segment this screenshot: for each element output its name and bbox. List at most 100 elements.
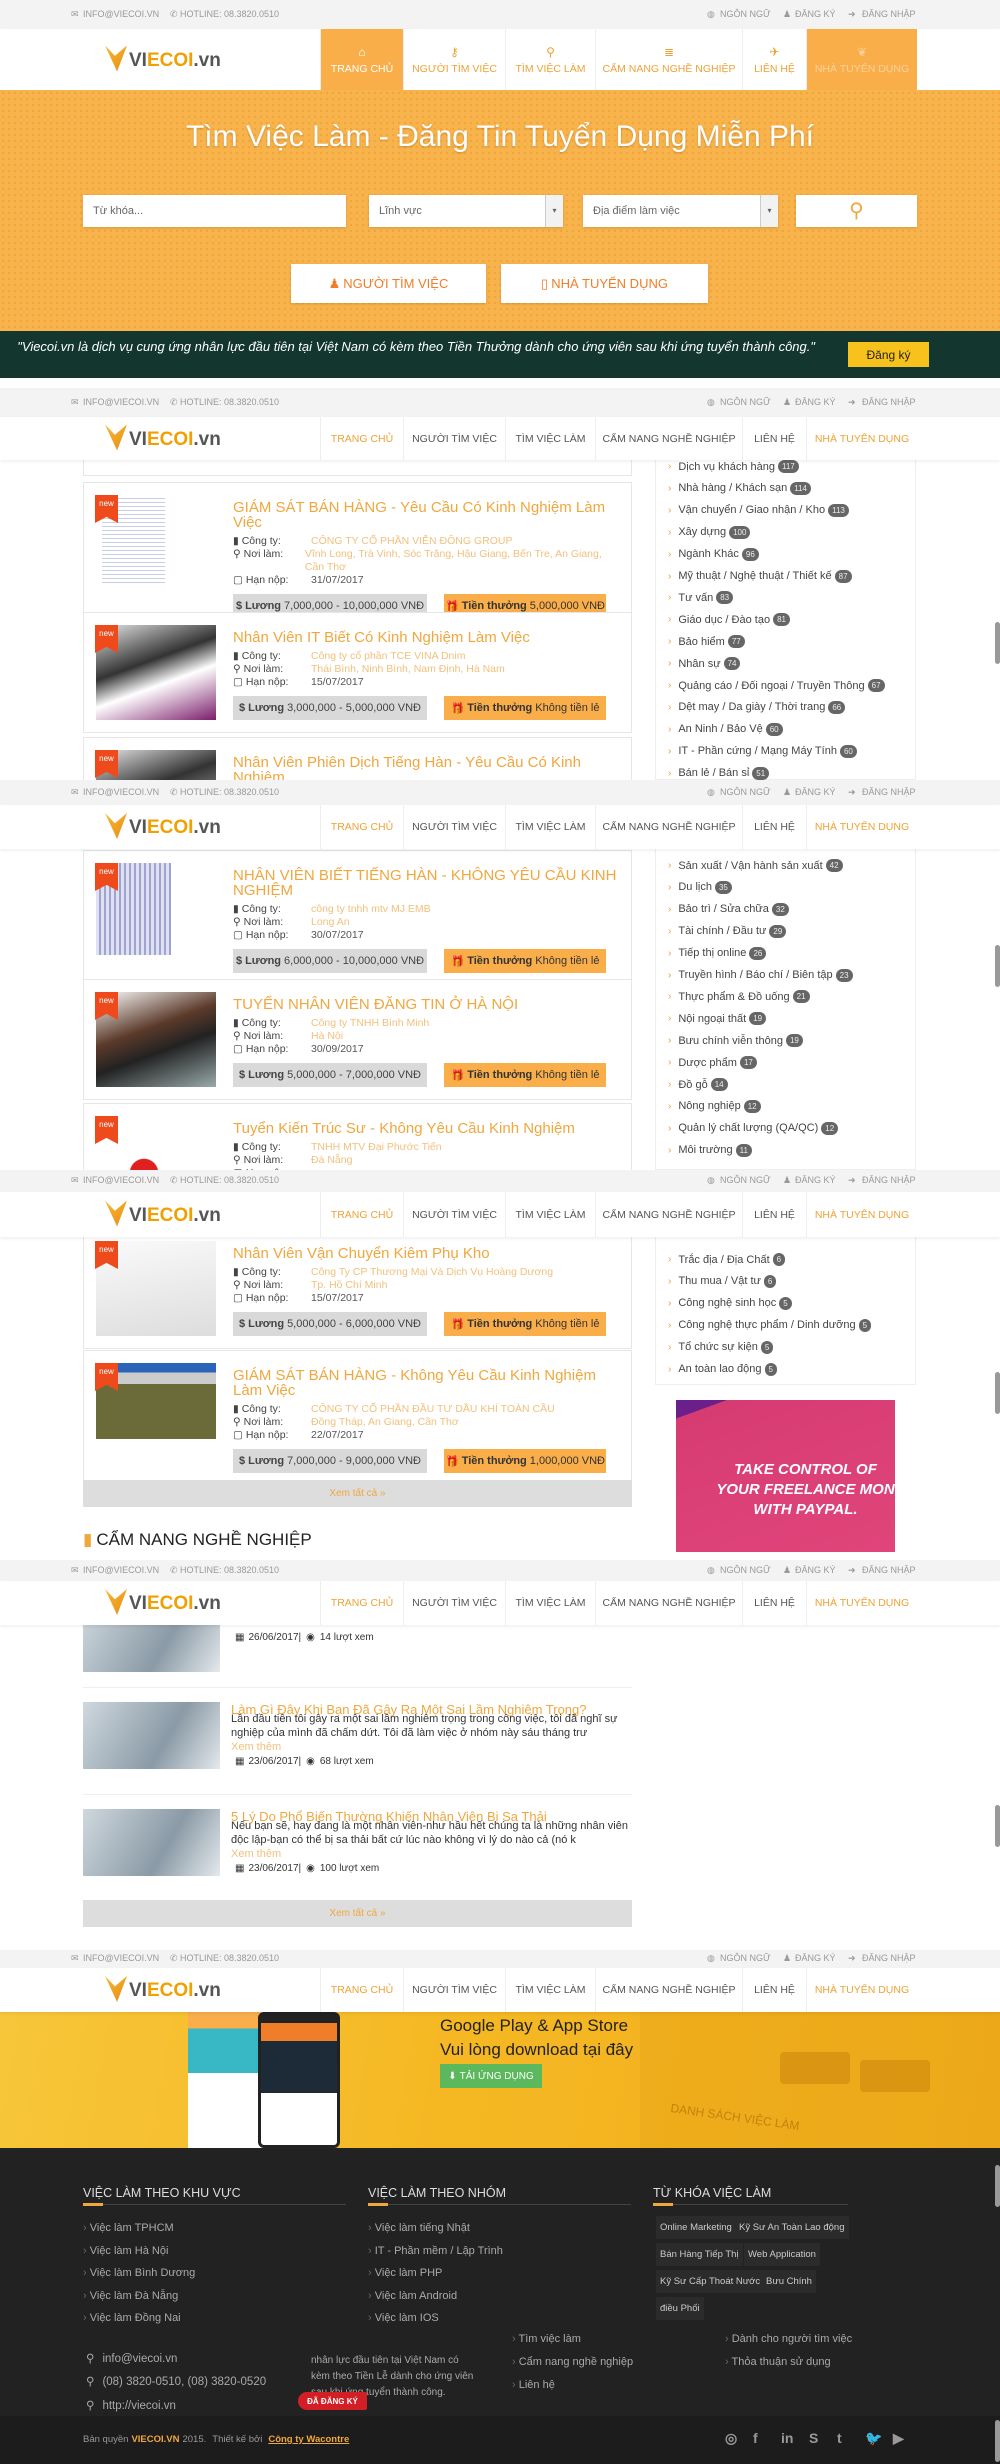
footer-link[interactable]: Dành cho người tìm việc (725, 2333, 852, 2345)
nav-liên-hệ[interactable]: LIÊN HỆ (742, 417, 806, 460)
register-link[interactable]: ĐĂNG KÝ (795, 787, 836, 797)
bonus-button[interactable]: 🎁 Tiền thưởng Không tiền lẻ (444, 1312, 606, 1336)
job-location[interactable]: Vĩnh Long, Trà Vinh, Sóc Trăng, Hậu Gian… (305, 548, 619, 574)
job-title[interactable]: Nhân Viên IT Biết Có Kinh Nghiệm Làm Việ… (233, 630, 619, 645)
keyword-tag[interactable]: Bưu Chính (762, 2270, 816, 2293)
category-item[interactable]: Giáo dục / Đào tạo81 (678, 613, 790, 627)
tumblr-icon[interactable]: t (837, 2430, 842, 2446)
logo[interactable]: VI ECOI .vn (105, 1589, 221, 1615)
register-link[interactable]: ĐĂNG KÝ (795, 9, 836, 19)
nav-liên-hệ[interactable]: LIÊN HỆ (742, 1192, 806, 1237)
nav-người-tìm-việc[interactable]: ⚷ NGƯỜI TÌM VIỆC (403, 29, 505, 90)
youtube-icon[interactable]: ▶ (893, 2430, 904, 2447)
nav-nhà-tuyển-dụng[interactable]: NHÀ TUYỂN DỤNG (806, 1968, 917, 2012)
category-item[interactable]: Nội ngoại thất19 (678, 1012, 767, 1026)
linkedin-icon[interactable]: in (781, 2430, 793, 2446)
language-link[interactable]: NGÔN NGỮ (720, 1175, 771, 1185)
bonus-button[interactable]: 🎁 Tiền thưởng 1,000,000 VNĐ (444, 1449, 606, 1473)
view-all-articles-button[interactable]: Xem tất cả » (83, 1900, 632, 1927)
group-link[interactable]: Việc làm PHP (368, 2267, 443, 2279)
nav-tìm-việc-làm[interactable]: TÌM VIỆC LÀM (505, 805, 595, 849)
location-select[interactable]: Địa điểm làm việc ▾ (583, 195, 778, 227)
login-link[interactable]: ĐĂNG NHẬP (862, 397, 916, 407)
nav-cẩm-nang-nghề-nghiệp[interactable]: CẨM NANG NGHỀ NGHIỆP (595, 805, 742, 849)
login-link[interactable]: ĐĂNG NHẬP (862, 1565, 916, 1575)
job-card[interactable]: new GIÁM SÁT BÁN HÀNG - Yêu Cầu Có Kinh N… (83, 482, 632, 631)
nav-trang-chủ[interactable]: TRANG CHỦ (320, 1192, 403, 1237)
keyword-tag[interactable]: Online Marketing (656, 2216, 736, 2239)
contact-web[interactable]: ⚲ http://viecoi.vn (86, 2398, 176, 2412)
logo[interactable]: VI ECOI .vn (105, 813, 221, 839)
job-seeker-button[interactable]: ♟ NGƯỜI TÌM VIỆC (291, 264, 486, 303)
job-card[interactable]: new Nhân Viên Phiên Dịch Tiếng Hàn - Yêu … (83, 737, 632, 780)
nav-tìm-việc-làm[interactable]: TÌM VIỆC LÀM (505, 1581, 595, 1625)
twitter-icon[interactable]: 🐦 (865, 2430, 882, 2447)
region-link[interactable]: Việc làm Hà Nội (83, 2244, 169, 2257)
bonus-button[interactable]: 🎁 Tiền thưởng Không tiền lẻ (444, 1063, 606, 1087)
salary-button[interactable]: $ Lương 5,000,000 - 6,000,000 VNĐ (233, 1312, 427, 1336)
nav-nhà-tuyển-dụng[interactable]: NHÀ TUYỂN DỤNG (806, 1192, 917, 1237)
download-app-button[interactable]: ⬇ TẢI ỨNG DỤNG (440, 2064, 542, 2088)
region-link[interactable]: Việc làm TPHCM (83, 2222, 174, 2234)
nav-tìm-việc-làm[interactable]: TÌM VIỆC LÀM (505, 1968, 595, 2012)
category-item[interactable]: Du lịch35 (678, 880, 732, 894)
job-card[interactable]: new Tuyển Kiến Trúc Sư - Không Yêu Cầu Ki… (83, 1103, 632, 1170)
job-company[interactable]: CÔNG TY CỔ PHẦN ĐẦU TƯ DẦU KHÍ TOÀN CẦU (311, 1403, 555, 1416)
nav-nhà-tuyển-dụng[interactable]: NHÀ TUYỂN DỤNG (806, 1581, 917, 1625)
keyword-tag[interactable]: Kỹ Sư An Toàn Lao động (735, 2216, 849, 2239)
register-link[interactable]: ĐĂNG KÝ (795, 397, 836, 407)
region-link[interactable]: Việc làm Đà Nẵng (83, 2289, 179, 2302)
keyword-tag[interactable]: Kỹ Sư Cấp Thoát Nước (656, 2270, 765, 2293)
registered-badge[interactable]: ĐÃ ĐĂNG KÝ (298, 2392, 367, 2410)
nav-cẩm-nang-nghề-nghiệp[interactable]: CẨM NANG NGHỀ NGHIỆP (595, 417, 742, 460)
category-item[interactable]: Quảng cáo / Đối ngoại / Truyền Thông67 (678, 679, 885, 692)
nav-người-tìm-việc[interactable]: NGƯỜI TÌM VIỆC (403, 1192, 505, 1237)
category-item[interactable]: Thu mua / Vật tư6 (678, 1274, 777, 1288)
logo[interactable]: VI ECOI .vn (105, 1976, 221, 2002)
job-location[interactable]: Đà Nẵng (311, 1154, 352, 1167)
category-item[interactable]: Sản xuất / Vận hành sản xuất42 (678, 859, 843, 872)
category-item[interactable]: Vận chuyển / Giao nhận / Kho113 (678, 503, 849, 517)
job-title[interactable]: TUYỂN NHÂN VIÊN ĐĂNG TIN Ở HÀ NỘI (233, 997, 619, 1012)
category-item[interactable]: Tư vấn83 (678, 591, 734, 605)
category-item[interactable]: Tiếp thị online26 (678, 946, 767, 960)
category-item[interactable]: Dệt may / Da giày / Thời trang66 (678, 700, 846, 714)
email-link[interactable]: INFO@VIECOI.VN (83, 397, 159, 407)
email-link[interactable]: INFO@VIECOI.VN (83, 9, 159, 19)
nav-nhà-tuyển-dụng[interactable]: ❦ NHÀ TUYỂN DỤNG (806, 29, 917, 95)
nav-người-tìm-việc[interactable]: NGƯỜI TÌM VIỆC (403, 1581, 505, 1625)
job-card[interactable]: new NHÂN VIÊN BIẾT TIẾNG HÀN - KHÔNG YÊU … (83, 850, 632, 986)
group-link[interactable]: Việc làm tiếng Nhật (368, 2222, 470, 2234)
nav-liên-hệ[interactable]: LIÊN HỆ (742, 805, 806, 849)
region-link[interactable]: Việc làm Bình Dương (83, 2267, 196, 2279)
advertisement[interactable]: TAKE CONTROL OF YOUR FREELANCE MON WITH … (676, 1400, 895, 1552)
category-item[interactable]: Nhân sự74 (678, 657, 741, 671)
nav-cẩm-nang-nghề-nghiệp[interactable]: CẨM NANG NGHỀ NGHIỆP (595, 1581, 742, 1625)
register-link[interactable]: ĐĂNG KÝ (795, 1953, 836, 1963)
nav-cẩm-nang-nghề-nghiệp[interactable]: CẨM NANG NGHỀ NGHIỆP (595, 1192, 742, 1237)
job-location[interactable]: Đồng Tháp, An Giang, Cần Thơ (311, 1416, 459, 1429)
nav-người-tìm-việc[interactable]: NGƯỜI TÌM VIỆC (403, 1968, 505, 2012)
job-company[interactable]: Công ty TNHH Bình Minh (311, 1017, 429, 1030)
category-item[interactable]: Quản lý chất lượng (QA/QC)12 (678, 1121, 839, 1135)
nav-trang-chủ[interactable]: ⌂ TRANG CHỦ (320, 29, 403, 95)
job-location[interactable]: Thái Bình, Ninh Bình, Nam Định, Hà Nam (311, 663, 505, 676)
email-link[interactable]: INFO@VIECOI.VN (83, 1565, 159, 1575)
job-title[interactable]: Nhân Viên Vận Chuyển Kiêm Phụ Kho (233, 1246, 619, 1261)
group-link[interactable]: IT - Phần mềm / Lập Trình (368, 2244, 503, 2257)
category-item[interactable]: Tài chính / Đầu tư29 (678, 924, 787, 938)
salary-button[interactable]: $ Lương 6,000,000 - 10,000,000 VNĐ (233, 949, 427, 973)
language-link[interactable]: NGÔN NGỮ (720, 397, 771, 407)
contact-email[interactable]: ⚲ info@viecoi.vn (86, 2351, 177, 2365)
skype-icon[interactable]: S (809, 2430, 818, 2446)
category-item[interactable]: Trắc địa / Địa Chất6 (678, 1253, 786, 1266)
email-link[interactable]: INFO@VIECOI.VN (83, 1175, 159, 1185)
keyword-tag[interactable]: Web Application (744, 2243, 820, 2266)
job-location[interactable]: Tp. Hồ Chí Minh (311, 1279, 387, 1292)
nav-tìm-việc-làm[interactable]: TÌM VIỆC LÀM (505, 1192, 595, 1237)
scrollbar[interactable] (995, 1805, 1000, 1847)
keyword-input[interactable]: Từ khóa... (83, 195, 346, 227)
keyword-tag[interactable]: điều Phối (656, 2297, 704, 2320)
region-link[interactable]: Việc làm Đồng Nai (83, 2312, 181, 2324)
job-title[interactable]: GIÁM SÁT BÁN HÀNG - Yêu Cầu Có Kinh Nghi… (233, 500, 619, 530)
